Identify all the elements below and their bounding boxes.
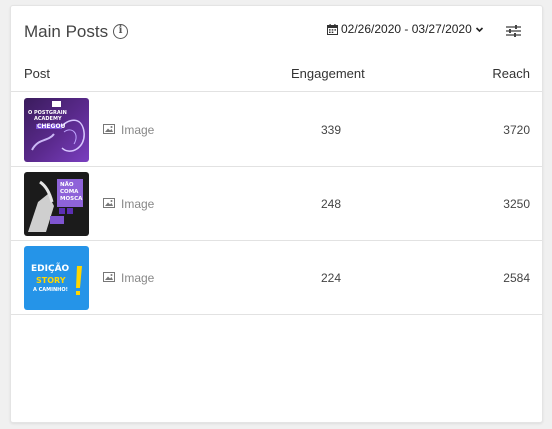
card-header: Main Posts i 02/26/2020 - 03/27/2020: [11, 6, 542, 56]
thumb-text-line: ACADEMY: [34, 116, 62, 122]
date-range-picker[interactable]: 02/26/2020 - 03/27/2020: [327, 22, 484, 36]
thumb-text-line: EDIÇÃO: [31, 264, 70, 274]
table-row[interactable]: O POSTGRAIN ACADEMY CHEGOU Image 339 372…: [11, 93, 542, 167]
calendar-icon: [327, 23, 338, 35]
thumb-text-line: COMA: [60, 189, 79, 195]
thumb-text-line: MOSCA: [60, 196, 83, 202]
engagement-value: 224: [321, 271, 342, 285]
post-type-label: Image: [121, 197, 155, 211]
thumb-text-line: A CAMINHO!: [33, 287, 68, 293]
post-thumbnail[interactable]: EDIÇÃO STORY A CAMINHO!: [24, 246, 89, 310]
date-range-label: 02/26/2020 - 03/27/2020: [341, 22, 472, 36]
post-type: Image: [103, 197, 154, 211]
card-title: Main Posts: [24, 22, 109, 41]
thumb-text-line: CHEGOU: [37, 123, 66, 130]
post-thumbnail[interactable]: O POSTGRAIN ACADEMY CHEGOU: [24, 98, 89, 162]
chevron-down-icon: [475, 25, 484, 34]
table-row[interactable]: NÃO COMA MOSCA Image 248 3250: [11, 167, 542, 241]
column-header-reach[interactable]: Reach: [492, 66, 530, 81]
column-header-post[interactable]: Post: [24, 66, 50, 81]
info-icon[interactable]: i: [113, 24, 128, 39]
post-thumbnail[interactable]: NÃO COMA MOSCA: [24, 172, 89, 236]
thumb-text-line: NÃO: [60, 182, 74, 188]
thumb-text-line: STORY: [36, 276, 66, 285]
engagement-value: 339: [321, 123, 342, 137]
post-type: Image: [103, 271, 154, 285]
table-header: Post Engagement Reach: [11, 64, 542, 92]
post-type-label: Image: [121, 271, 155, 285]
sliders-icon[interactable]: [506, 24, 521, 43]
post-type-label: Image: [121, 123, 155, 137]
image-icon: [103, 271, 115, 285]
image-icon: [103, 123, 115, 137]
post-type: Image: [103, 123, 154, 137]
main-posts-card: Main Posts i 02/26/2020 - 03/27/2020 Pos…: [10, 5, 543, 423]
column-header-engagement[interactable]: Engagement: [291, 66, 365, 81]
reach-value: 3250: [503, 197, 530, 211]
image-icon: [103, 197, 115, 211]
reach-value: 3720: [503, 123, 530, 137]
reach-value: 2584: [503, 271, 530, 285]
engagement-value: 248: [321, 197, 342, 211]
table-row[interactable]: EDIÇÃO STORY A CAMINHO! Image 224 2584: [11, 241, 542, 315]
